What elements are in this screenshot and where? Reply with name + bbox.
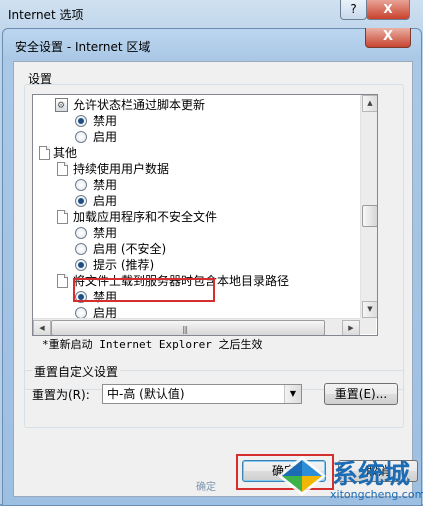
setting-option[interactable]: 启用 xyxy=(33,193,360,209)
chevron-down-icon: ▼ xyxy=(284,385,301,403)
radio-checked[interactable] xyxy=(75,195,87,207)
option-label: 禁用 xyxy=(93,178,118,192)
settings-group-label: 设置 xyxy=(28,72,53,86)
setting-option[interactable]: 禁用 xyxy=(33,177,360,193)
scroll-up-arrow[interactable]: ▲ xyxy=(362,95,377,112)
document-icon xyxy=(39,146,50,160)
window-title: Internet 选项 xyxy=(8,8,84,22)
setting-option[interactable]: 提示 (推荐) xyxy=(33,257,360,273)
dialog-close-button[interactable]: X xyxy=(365,28,411,48)
setting-option[interactable]: 禁用 xyxy=(33,225,360,241)
dialog-client-area: 设置 允许状态栏通过脚本更新禁用启用其他持续使用用户数据禁用启用加载应用程序和不… xyxy=(13,61,418,497)
option-label: 禁用 xyxy=(93,114,118,128)
setting-group-header: 持续使用用户数据 xyxy=(33,161,360,177)
help-button[interactable]: ? xyxy=(340,0,367,20)
option-label: 启用 xyxy=(93,130,118,144)
radio-checked[interactable] xyxy=(75,115,87,127)
watermark: 系统城 xitongcheng.com xyxy=(272,450,423,504)
option-label: 启用 xyxy=(93,194,118,208)
vertical-scrollbar[interactable]: ▲ ▼ xyxy=(360,95,377,318)
document-icon xyxy=(57,274,68,288)
setting-label: 其他 xyxy=(53,146,78,160)
restart-note: *重新启动 Internet Explorer 之后生效 xyxy=(42,338,263,351)
option-label: 禁用 xyxy=(93,226,118,240)
reset-to-label: 重置为(R): xyxy=(32,388,90,402)
vertical-scroll-thumb[interactable] xyxy=(362,205,377,227)
highlight-box-recommended xyxy=(73,278,215,302)
radio-unchecked[interactable] xyxy=(75,179,87,191)
setting-option[interactable]: 启用 xyxy=(33,129,360,145)
settings-icon xyxy=(55,98,68,114)
radio-unchecked[interactable] xyxy=(75,243,87,255)
security-settings-dialog: 安全设置 - Internet 区域 X 设置 允许状态栏通过脚本更新禁用启用其… xyxy=(2,28,422,506)
dialog-title: 安全设置 - Internet 区域 xyxy=(15,40,151,54)
scroll-down-arrow[interactable]: ▼ xyxy=(362,301,377,318)
setting-option[interactable]: 启用 xyxy=(33,305,360,318)
option-label: 启用 xyxy=(93,306,118,318)
radio-checked[interactable] xyxy=(75,259,87,271)
reset-level-value: 中-高 (默认值) xyxy=(107,387,185,401)
watermark-brand: 系统城 xyxy=(332,460,411,490)
document-icon xyxy=(57,210,68,224)
radio-unchecked[interactable] xyxy=(75,131,87,143)
setting-option[interactable]: 禁用 xyxy=(33,113,360,129)
setting-label: 加载应用程序和不安全文件 xyxy=(73,210,218,224)
setting-label: 持续使用用户数据 xyxy=(73,162,170,176)
window-close-button[interactable]: X xyxy=(366,0,410,20)
setting-group-header: 其他 xyxy=(33,145,360,161)
setting-option[interactable]: 启用 (不安全) xyxy=(33,241,360,257)
horizontal-scrollbar[interactable]: ◀ ||| ▶ xyxy=(33,318,360,335)
background-ok-hint: 确定 xyxy=(196,482,216,493)
scroll-left-arrow[interactable]: ◀ xyxy=(33,320,51,335)
horizontal-scroll-thumb[interactable]: ||| xyxy=(51,320,325,335)
option-label: 启用 (不安全) xyxy=(93,242,167,256)
setting-group-header: 允许状态栏通过脚本更新 xyxy=(33,97,360,114)
watermark-logo-icon xyxy=(278,456,326,496)
reset-level-select[interactable]: 中-高 (默认值) ▼ xyxy=(102,384,302,404)
watermark-url: xitongcheng.com xyxy=(330,488,423,501)
reset-button[interactable]: 重置(E)... xyxy=(324,383,398,405)
reset-group-label: 重置自定义设置 xyxy=(32,363,121,380)
option-label: 提示 (推荐) xyxy=(93,258,155,272)
radio-unchecked[interactable] xyxy=(75,307,87,318)
scroll-right-arrow[interactable]: ▶ xyxy=(342,320,360,335)
scrollbar-corner xyxy=(360,318,376,334)
radio-unchecked[interactable] xyxy=(75,227,87,239)
document-icon xyxy=(57,162,68,176)
setting-group-header: 加载应用程序和不安全文件 xyxy=(33,209,360,225)
grip-icon: ||| xyxy=(182,325,188,334)
setting-label: 允许状态栏通过脚本更新 xyxy=(73,98,206,112)
